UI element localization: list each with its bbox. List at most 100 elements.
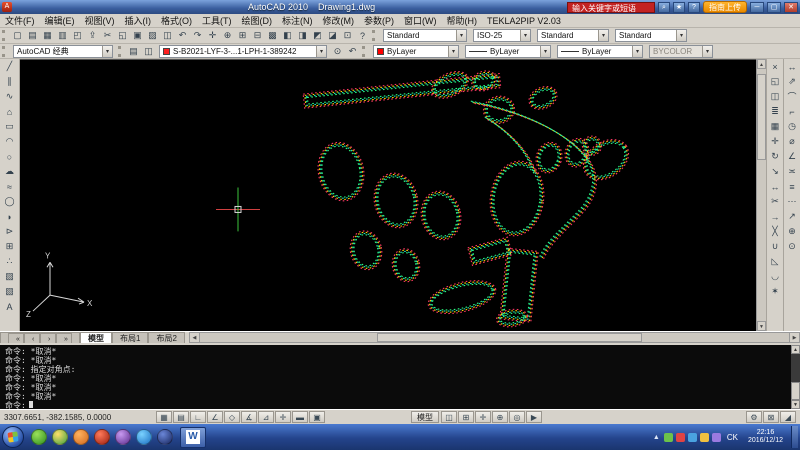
multiline-text-icon[interactable]: A — [2, 299, 18, 314]
vscroll-thumb[interactable] — [757, 74, 766, 160]
chevron-down-icon[interactable]: ▾ — [598, 30, 608, 41]
ellipse-icon[interactable]: ◯ — [2, 194, 18, 209]
dim-style-combo[interactable]: ISO-25 ▾ — [473, 29, 531, 42]
open-icon[interactable]: ▤ — [25, 29, 40, 43]
toolbar-grip[interactable] — [362, 46, 367, 57]
hscroll-track[interactable] — [200, 333, 789, 342]
search-icon[interactable]: ⌕ — [658, 2, 670, 13]
layer-previous-icon[interactable]: ↶ — [345, 44, 360, 58]
erase-icon[interactable]: × — [768, 59, 783, 74]
tab-scroll-prev-icon[interactable]: ‹ — [24, 333, 40, 343]
cmdscroll-thumb[interactable] — [791, 382, 800, 400]
zoom-window-icon[interactable]: ⊞ — [235, 29, 250, 43]
toolbar-grip[interactable] — [372, 30, 377, 41]
language-indicator[interactable]: CK — [725, 433, 740, 442]
menu-item[interactable]: TEKLA2PIP V2.03 — [482, 14, 566, 28]
menu-item[interactable]: 编辑(E) — [40, 14, 80, 28]
markup-set-manager-icon[interactable]: ◪ — [325, 29, 340, 43]
dyn-toggle-icon[interactable]: ✛ — [275, 411, 291, 423]
hscroll-thumb[interactable] — [377, 333, 642, 342]
quick-launch-5[interactable] — [115, 429, 131, 445]
start-button[interactable] — [2, 426, 24, 448]
fillet-icon[interactable]: ◡ — [768, 269, 783, 284]
zoom-previous-icon[interactable]: ⊟ — [250, 29, 265, 43]
quick-view-drawings-icon[interactable]: ◫ — [441, 411, 457, 423]
maximize-button[interactable]: ▢ — [767, 2, 781, 13]
cmdscroll-track[interactable] — [791, 354, 800, 400]
ordinate-icon[interactable]: ⌐ — [785, 104, 800, 119]
tool-palettes-icon[interactable]: ◨ — [295, 29, 310, 43]
pan-tool-icon[interactable]: ✛ — [475, 411, 491, 423]
explode-icon[interactable]: ✶ — [768, 284, 783, 299]
scroll-right-icon[interactable]: ▶ — [789, 333, 799, 342]
toolbar-grip[interactable] — [118, 46, 123, 57]
chevron-down-icon[interactable]: ▾ — [456, 30, 466, 41]
quick-launch-3[interactable] — [73, 429, 89, 445]
trim-icon[interactable]: ✂ — [768, 194, 783, 209]
scroll-down-icon[interactable]: ▼ — [791, 400, 800, 409]
chevron-down-icon[interactable]: ▾ — [702, 46, 712, 57]
tray-expand-icon[interactable]: ▲ — [653, 434, 660, 441]
mleader-style-combo[interactable]: Standard ▾ — [615, 29, 687, 42]
workspace-switching-icon[interactable]: ⚙ — [746, 411, 762, 423]
chevron-down-icon[interactable]: ▾ — [316, 46, 326, 57]
block-editor-icon[interactable]: ◫ — [160, 29, 175, 43]
make-block-icon[interactable]: ⊞ — [2, 239, 18, 254]
quick-properties-toggle-icon[interactable]: ▣ — [309, 411, 325, 423]
menu-item[interactable]: 文件(F) — [0, 14, 40, 28]
horizontal-scrollbar[interactable]: ◀ ▶ — [189, 332, 800, 343]
chevron-down-icon[interactable]: ▾ — [448, 46, 458, 57]
taskbar-clock[interactable]: 22:16 2016/12/12 — [744, 429, 787, 445]
autocad-app-icon[interactable]: A — [2, 2, 12, 12]
color-combo[interactable]: ByLayer ▾ — [373, 45, 459, 58]
tab-scroll-last-icon[interactable]: » — [56, 333, 72, 343]
scroll-down-icon[interactable]: ▼ — [757, 321, 766, 331]
insert-block-icon[interactable]: ⊳ — [2, 224, 18, 239]
match-properties-icon[interactable]: ▨ — [145, 29, 160, 43]
line-icon[interactable]: ╱ — [2, 59, 18, 74]
tab-scroll-first-icon[interactable]: « — [8, 333, 24, 343]
snap-toggle-icon[interactable]: ▦ — [156, 411, 172, 423]
menu-item[interactable]: 绘图(D) — [237, 14, 278, 28]
layer-states-icon[interactable]: ◫ — [141, 44, 156, 58]
menu-item[interactable]: 帮助(H) — [442, 14, 483, 28]
tolerance-icon[interactable]: ⊕ — [785, 224, 800, 239]
tray-icon[interactable] — [676, 433, 685, 442]
construction-line-icon[interactable]: ∥ — [2, 74, 18, 89]
layer-combo[interactable]: S-B2021-LYF-3-...1-LPH-1-389242 ▾ — [159, 45, 327, 58]
chevron-down-icon[interactable]: ▾ — [632, 46, 642, 57]
scroll-up-icon[interactable]: ▲ — [791, 345, 800, 354]
favorites-star-icon[interactable]: ★ — [673, 2, 685, 13]
pan-realtime-icon[interactable]: ✛ — [205, 29, 220, 43]
linetype-combo[interactable]: ByLayer ▾ — [465, 45, 551, 58]
lineweight-toggle-icon[interactable]: ▬ — [292, 411, 308, 423]
tray-icon[interactable] — [712, 433, 721, 442]
toolbar-grip[interactable] — [2, 30, 7, 41]
ortho-toggle-icon[interactable]: ∟ — [190, 411, 206, 423]
help-icon[interactable]: ? — [688, 2, 700, 13]
model-canvas[interactable]: Y X Z — [20, 60, 756, 331]
steering-wheel-icon[interactable]: ◎ — [509, 411, 525, 423]
copy-object-icon[interactable]: ◱ — [768, 74, 783, 89]
copy-clip-icon[interactable]: ◱ — [115, 29, 130, 43]
gradient-icon[interactable]: ▧ — [2, 284, 18, 299]
grid-toggle-icon[interactable]: ▤ — [173, 411, 189, 423]
continue-dimension-icon[interactable]: ⋯ — [785, 194, 800, 209]
quick-launch-4[interactable] — [94, 429, 110, 445]
tray-icon[interactable] — [664, 433, 673, 442]
circle-icon[interactable]: ○ — [2, 149, 18, 164]
chevron-down-icon[interactable]: ▾ — [676, 30, 686, 41]
taskbar-word-button[interactable]: W — [180, 427, 206, 448]
ellipse-arc-icon[interactable]: ◗ — [2, 209, 18, 224]
coordinate-readout[interactable]: 3307.6651, -382.1585, 0.0000 — [4, 413, 154, 422]
command-scrollbar[interactable]: ▲ ▼ — [791, 345, 800, 409]
save-icon[interactable]: ▦ — [40, 29, 55, 43]
model-space-button[interactable]: 模型 — [411, 411, 439, 423]
hatch-icon[interactable]: ▨ — [2, 269, 18, 284]
undo-icon[interactable]: ↶ — [175, 29, 190, 43]
minimize-button[interactable]: ─ — [750, 2, 764, 13]
spline-icon[interactable]: ≈ — [2, 179, 18, 194]
break-icon[interactable]: ╳ — [768, 224, 783, 239]
plot-preview-icon[interactable]: ◰ — [70, 29, 85, 43]
tray-icon[interactable] — [700, 433, 709, 442]
